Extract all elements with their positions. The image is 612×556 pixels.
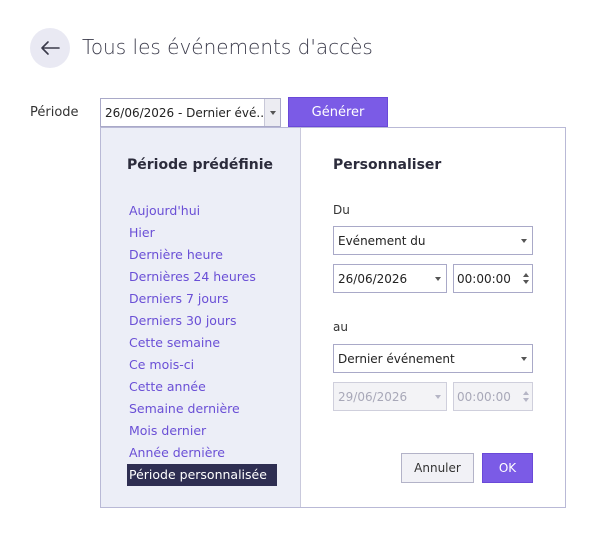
preset-item-last-30-days[interactable]: Derniers 30 jours	[127, 310, 277, 332]
preset-list: Aujourd'hui Hier Dernière heure Dernière…	[127, 200, 277, 486]
back-button[interactable]	[30, 28, 70, 68]
cancel-button[interactable]: Annuler	[401, 453, 474, 483]
chevron-down-icon	[521, 238, 527, 243]
ok-button[interactable]: OK	[482, 453, 533, 483]
from-time-input[interactable]: 00:00:00	[453, 264, 533, 293]
chevron-down-icon[interactable]	[523, 280, 529, 284]
to-date-picker: 29/06/2026	[333, 382, 447, 411]
time-stepper[interactable]	[523, 273, 529, 284]
preset-item-this-week[interactable]: Cette semaine	[127, 332, 277, 354]
from-label: Du	[333, 203, 350, 217]
to-type-select[interactable]: Dernier événement	[333, 344, 533, 373]
chevron-down-icon[interactable]	[264, 99, 280, 126]
chevron-down-icon	[435, 276, 441, 281]
preset-item-this-year[interactable]: Cette année	[127, 376, 277, 398]
preset-item-today[interactable]: Aujourd'hui	[127, 200, 277, 222]
preset-item-custom[interactable]: Période personnalisée	[127, 464, 277, 486]
preset-item-last-7-days[interactable]: Derniers 7 jours	[127, 288, 277, 310]
preset-item-last-hour[interactable]: Dernière heure	[127, 244, 277, 266]
period-label: Période	[30, 105, 79, 120]
chevron-down-icon	[523, 398, 529, 402]
chevron-down-icon	[521, 356, 527, 361]
preset-item-last-24h[interactable]: Dernières 24 heures	[127, 266, 277, 288]
custom-panel: Personnaliser Du Evénement du 26/06/2026…	[301, 128, 565, 507]
time-stepper	[523, 391, 529, 402]
to-time-value: 00:00:00	[457, 389, 511, 404]
preset-item-last-year[interactable]: Année dernière	[127, 442, 277, 464]
period-value: 26/06/2026 - Dernier évé...	[105, 105, 264, 120]
period-select[interactable]: 26/06/2026 - Dernier évé...	[100, 98, 281, 127]
from-type-select[interactable]: Evénement du	[333, 226, 533, 255]
to-time-input: 00:00:00	[453, 382, 533, 411]
custom-title: Personnaliser	[333, 157, 442, 173]
preset-item-this-month[interactable]: Ce mois-ci	[127, 354, 277, 376]
chevron-up-icon[interactable]	[523, 273, 529, 277]
preset-item-yesterday[interactable]: Hier	[127, 222, 277, 244]
chevron-down-icon	[435, 394, 441, 399]
to-type-value: Dernier événement	[338, 351, 455, 366]
from-date-picker[interactable]: 26/06/2026	[333, 264, 447, 293]
to-date-value: 29/06/2026	[338, 389, 408, 404]
arrow-left-icon	[41, 41, 60, 55]
period-dropdown: Période prédéfinie Aujourd'hui Hier Dern…	[100, 127, 566, 508]
from-type-value: Evénement du	[338, 233, 426, 248]
from-time-value: 00:00:00	[457, 271, 511, 286]
chevron-up-icon	[523, 391, 529, 395]
preset-item-last-month[interactable]: Mois dernier	[127, 420, 277, 442]
page-title: Tous les événements d'accès	[82, 35, 373, 59]
preset-panel: Période prédéfinie Aujourd'hui Hier Dern…	[101, 128, 301, 507]
preset-item-last-week[interactable]: Semaine dernière	[127, 398, 277, 420]
to-label: au	[333, 320, 348, 334]
from-date-value: 26/06/2026	[338, 271, 408, 286]
preset-title: Période prédéfinie	[127, 157, 274, 173]
generate-button[interactable]: Générer	[288, 97, 388, 127]
